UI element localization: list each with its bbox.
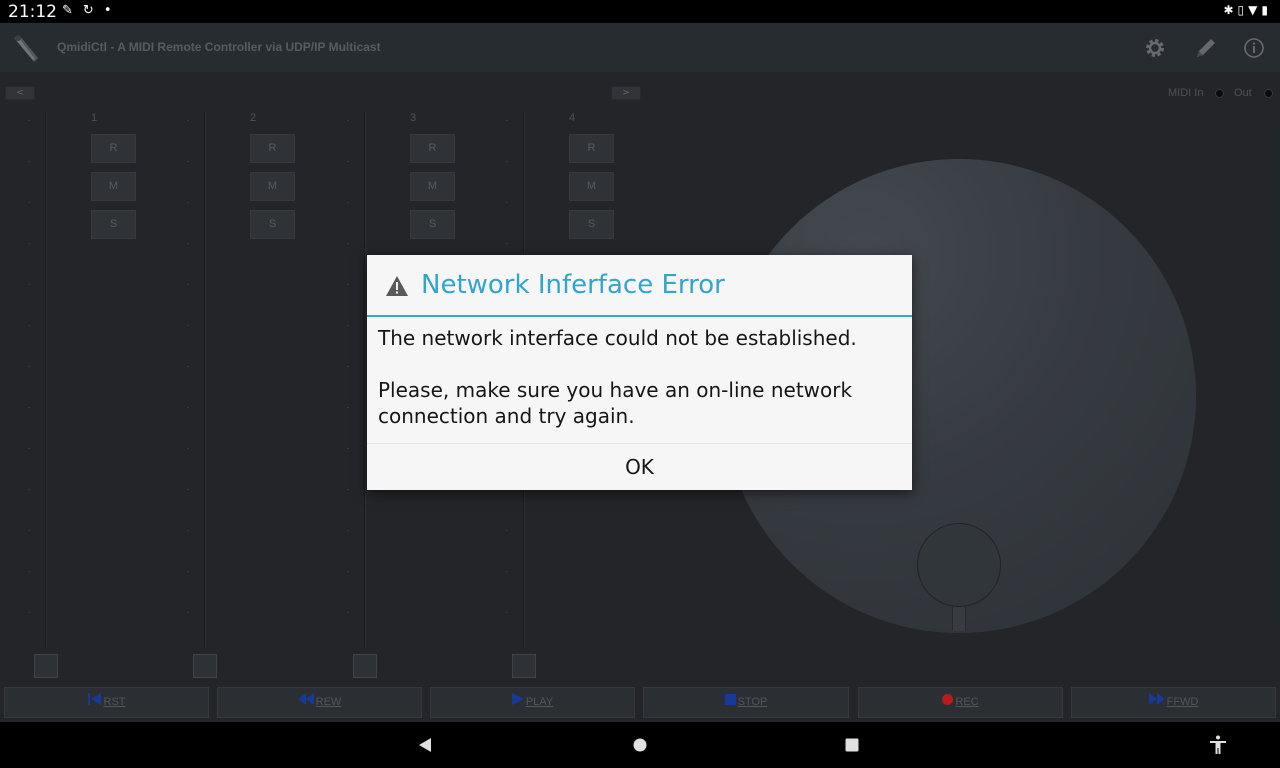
dot-icon: • <box>103 3 122 18</box>
status-right-icons: ✱▯▼▮ <box>1223 3 1272 17</box>
dialog-title: Network Inferface Error <box>421 270 725 300</box>
rotate-icon: ↻ <box>82 3 104 18</box>
dialog-message: The network interface could not be estab… <box>378 326 857 428</box>
status-left-icons: ✎↻• <box>62 3 121 18</box>
vibrate-icon: ▯ <box>1237 3 1249 17</box>
warning-icon <box>386 276 408 296</box>
home-icon[interactable] <box>629 734 651 756</box>
bluetooth-icon: ✱ <box>1223 3 1238 17</box>
notification-icon: ✎ <box>62 3 83 18</box>
dialog-header: Network Inferface Error <box>367 255 912 317</box>
status-time: 21:12 <box>8 2 57 22</box>
error-dialog: Network Inferface Error The network inte… <box>367 255 912 490</box>
wifi-icon: ▼ <box>1248 3 1262 17</box>
ok-button[interactable]: OK <box>367 444 912 490</box>
recents-icon[interactable] <box>841 734 863 756</box>
accessibility-icon[interactable] <box>1207 734 1229 756</box>
system-nav-bar <box>0 722 1280 768</box>
battery-icon: ▮ <box>1261 3 1272 17</box>
status-bar: 21:12 ✎↻• ✱▯▼▮ <box>0 0 1280 23</box>
back-icon[interactable] <box>414 734 436 756</box>
